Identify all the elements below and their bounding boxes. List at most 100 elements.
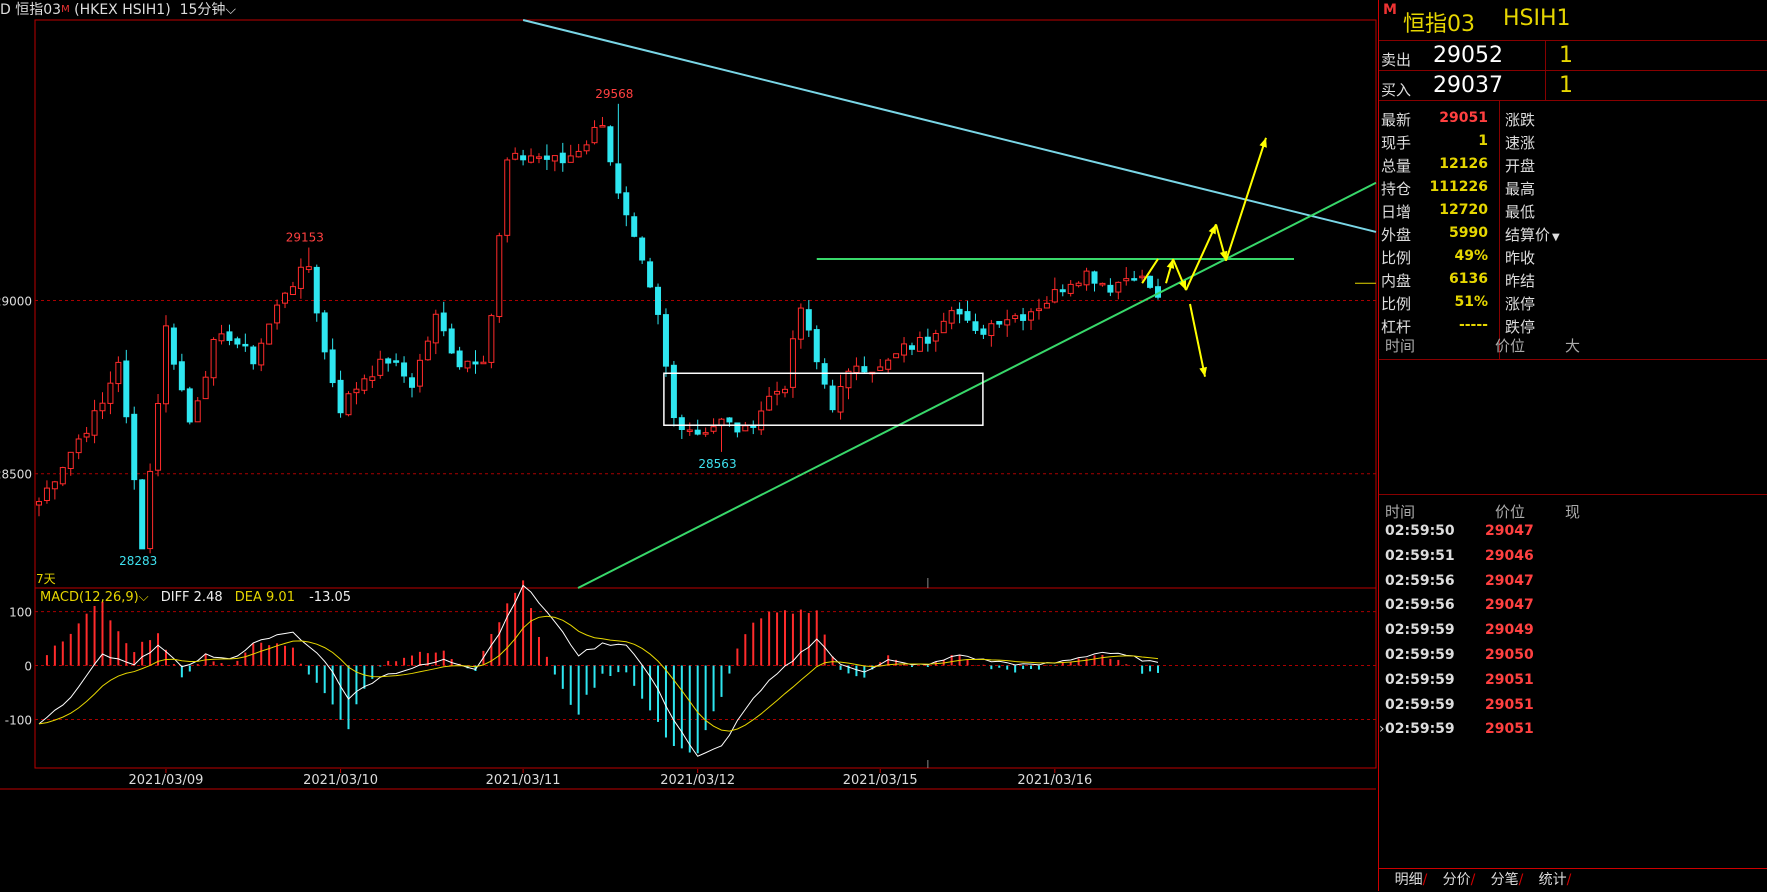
tab-3[interactable]: 统计/ [1531, 869, 1579, 891]
ticks-header: 时间 价位 现 [1379, 499, 1767, 521]
tab-1[interactable]: 分价/ [1435, 869, 1483, 891]
candle-body [877, 366, 884, 371]
candle-body [1067, 283, 1074, 294]
candle-body [345, 393, 352, 416]
candle-body [988, 323, 995, 337]
candle-body [75, 438, 82, 454]
stat-value: 6136 [1449, 271, 1488, 287]
tick-time: 02:59:59 [1385, 647, 1455, 663]
candle-body [313, 266, 320, 314]
sell-quote[interactable]: 卖出 29052 1 [1379, 41, 1767, 71]
chevron-down-icon[interactable]: ⌵ [225, 2, 236, 18]
extreme-price-label: 28563 [698, 457, 736, 471]
tick-row[interactable]: 02:59:51 29046 [1379, 545, 1767, 570]
chart-area[interactable]: 29000 28500 100 0 -100 2021/03/09 2021/03/10 20… [0, 0, 1378, 891]
extreme-price-label: 29568 [595, 87, 633, 101]
candle-body [194, 400, 201, 423]
tab-2[interactable]: 分笔/ [1483, 869, 1531, 891]
macd-value: -13.05 [309, 590, 352, 605]
tick-row[interactable]: 02:59:59 29050 [1379, 644, 1767, 669]
candle-body [1051, 289, 1058, 303]
candle-body [647, 261, 654, 288]
candle-body [567, 155, 574, 163]
exchange-code: (HKEX HSIH1) [74, 2, 171, 18]
candle-body [908, 345, 915, 350]
macd-legend: MACD(12,26,9)⌵ DIFF 2.48 DEA 9.01 -13.05 [40, 590, 351, 605]
stat-label: 比例 [1381, 249, 1412, 267]
candle-body [385, 358, 392, 364]
candle-body [83, 432, 90, 438]
macd-tick-label: 100 [9, 606, 32, 620]
tick-row[interactable]: 02:59:56 29047 [1379, 594, 1767, 619]
stat-label: 总量 [1381, 157, 1412, 175]
stat-value: 1 [1478, 133, 1488, 149]
stat-label: 内盘 [1381, 272, 1412, 290]
candle-body [520, 155, 527, 161]
candle-body [210, 338, 217, 379]
stat-label-right: 最低 [1505, 203, 1536, 221]
tick-row[interactable]: 02:59:50 29047 [1379, 520, 1767, 545]
stat-value: 29051 [1439, 110, 1488, 126]
candle-body [599, 125, 606, 128]
candle-body [67, 451, 74, 470]
caret-down-icon[interactable]: ▼ [1552, 232, 1560, 243]
candle-body [1004, 319, 1011, 326]
tick-row[interactable]: 02:59:59 29051 [1379, 669, 1767, 694]
candle-body [186, 388, 193, 423]
macd-indicator-label[interactable]: MACD(12,26,9)⌵ [40, 590, 149, 605]
candle-body [758, 410, 765, 431]
candle-body [528, 155, 535, 163]
candle-body [710, 426, 717, 432]
candle-body [559, 152, 566, 164]
candle-body [980, 328, 987, 335]
period-selector[interactable]: 15分钟⌵ [180, 2, 236, 18]
tick-time: 02:59:56 [1385, 572, 1455, 589]
main-contract-mark: M [1383, 2, 1397, 18]
tick-row[interactable]: 02:59:59 29051 [1379, 694, 1767, 719]
date-label: 2021/03/15 [843, 773, 918, 788]
stat-label-right[interactable]: 结算价 ▼ [1505, 224, 1560, 245]
quote-title: M 恒指03 HSIH1 [1379, 0, 1767, 41]
candle-body [242, 343, 249, 347]
candle-body [155, 402, 162, 471]
candle-body [115, 361, 122, 385]
header-prefix: D [0, 2, 11, 18]
tab-0[interactable]: 明细/ [1387, 869, 1435, 891]
projection-arrow [1185, 223, 1217, 291]
tick-price: 29051 [1485, 696, 1534, 713]
candle-body [51, 481, 58, 490]
tick-row[interactable]: 02:59:56 29047 [1379, 570, 1767, 595]
stat-value: 5990 [1449, 225, 1488, 241]
candle-body [321, 312, 328, 353]
tick-row[interactable]: 02:59:59 29049 [1379, 619, 1767, 644]
arrow-head [1259, 137, 1267, 148]
stat-row: 持仓 111226 最高 [1379, 176, 1767, 199]
date-label: 2021/03/10 [303, 773, 378, 788]
buy-quote[interactable]: 买入 29037 1 [1379, 71, 1767, 101]
chevron-down-icon[interactable]: ⌵ [139, 590, 149, 605]
tick-time: 02:59:59 [1385, 671, 1455, 688]
main-contract-mark: M [61, 4, 70, 15]
date-label: 2021/03/09 [129, 773, 204, 788]
candle-body [107, 382, 114, 404]
kline-chart[interactable]: 29000 28500 100 0 -100 2021/03/09 2021/03/10 20… [0, 0, 1378, 891]
support-trendline [577, 181, 1377, 589]
stat-label-right: 涨跌 [1505, 111, 1536, 129]
symbol-name[interactable]: 恒指03 [15, 2, 61, 18]
candle-body [774, 390, 781, 395]
tick-time: 02:59:59 [1385, 721, 1455, 738]
candle-body [972, 321, 979, 331]
tick-row[interactable]: › 02:59:59 29051 [1379, 718, 1767, 743]
buy-price: 29037 [1433, 73, 1503, 98]
candle-body [369, 376, 376, 381]
candle-body [258, 342, 265, 366]
tab-label: 统计 [1538, 872, 1567, 888]
candle-body [837, 386, 844, 413]
tick-time: 02:59:59 [1385, 622, 1455, 639]
stat-row: 内盘 6136 昨结 [1379, 268, 1767, 291]
extreme-price-label: 29153 [286, 231, 324, 245]
chart-header: D 恒指03M (HKEX HSIH1) 15分钟⌵ [0, 0, 236, 20]
tick-time: 02:59:59 [1385, 696, 1455, 713]
candle-body [964, 311, 971, 321]
stat-label: 比例 [1381, 295, 1412, 313]
